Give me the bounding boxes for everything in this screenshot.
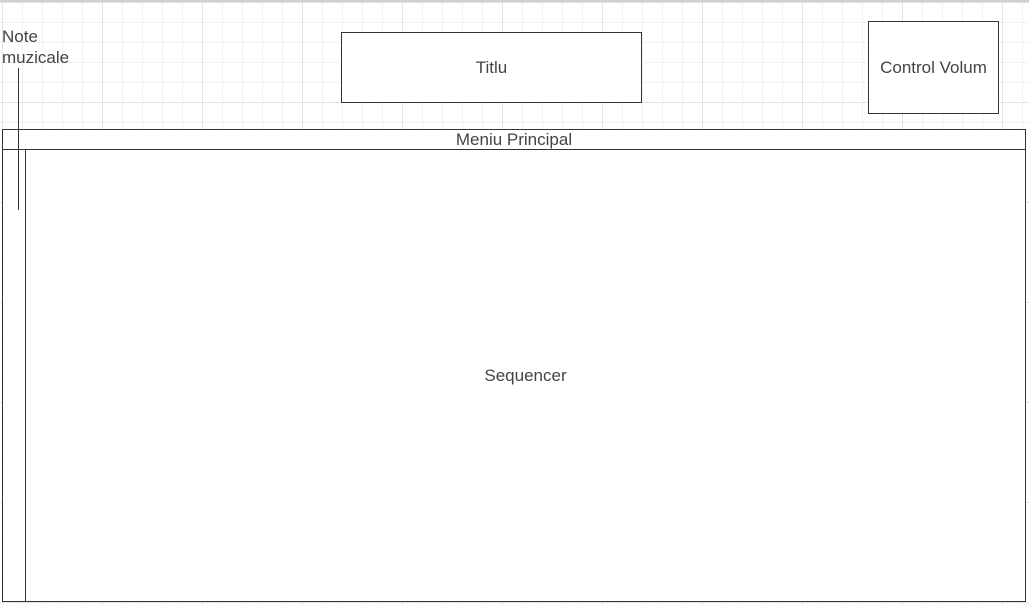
canvas-top-border (0, 0, 1029, 2)
notes-label: Note muzicale (2, 27, 70, 67)
volume-control-label: Control Volum (880, 57, 987, 77)
main-menu-label: Meniu Principal (455, 129, 573, 149)
sequencer-area[interactable]: Sequencer (26, 150, 1025, 601)
main-area-container[interactable]: Meniu Principal Sequencer (2, 129, 1026, 602)
sequencer-label: Sequencer (484, 365, 567, 385)
notes-connector-line (18, 68, 19, 210)
volume-control-box[interactable]: Control Volum (868, 21, 999, 114)
title-label: Titlu (475, 57, 508, 77)
notes-column[interactable] (3, 150, 26, 601)
main-menu-bar[interactable]: Meniu Principal (3, 130, 1025, 150)
title-box[interactable]: Titlu (341, 32, 642, 103)
